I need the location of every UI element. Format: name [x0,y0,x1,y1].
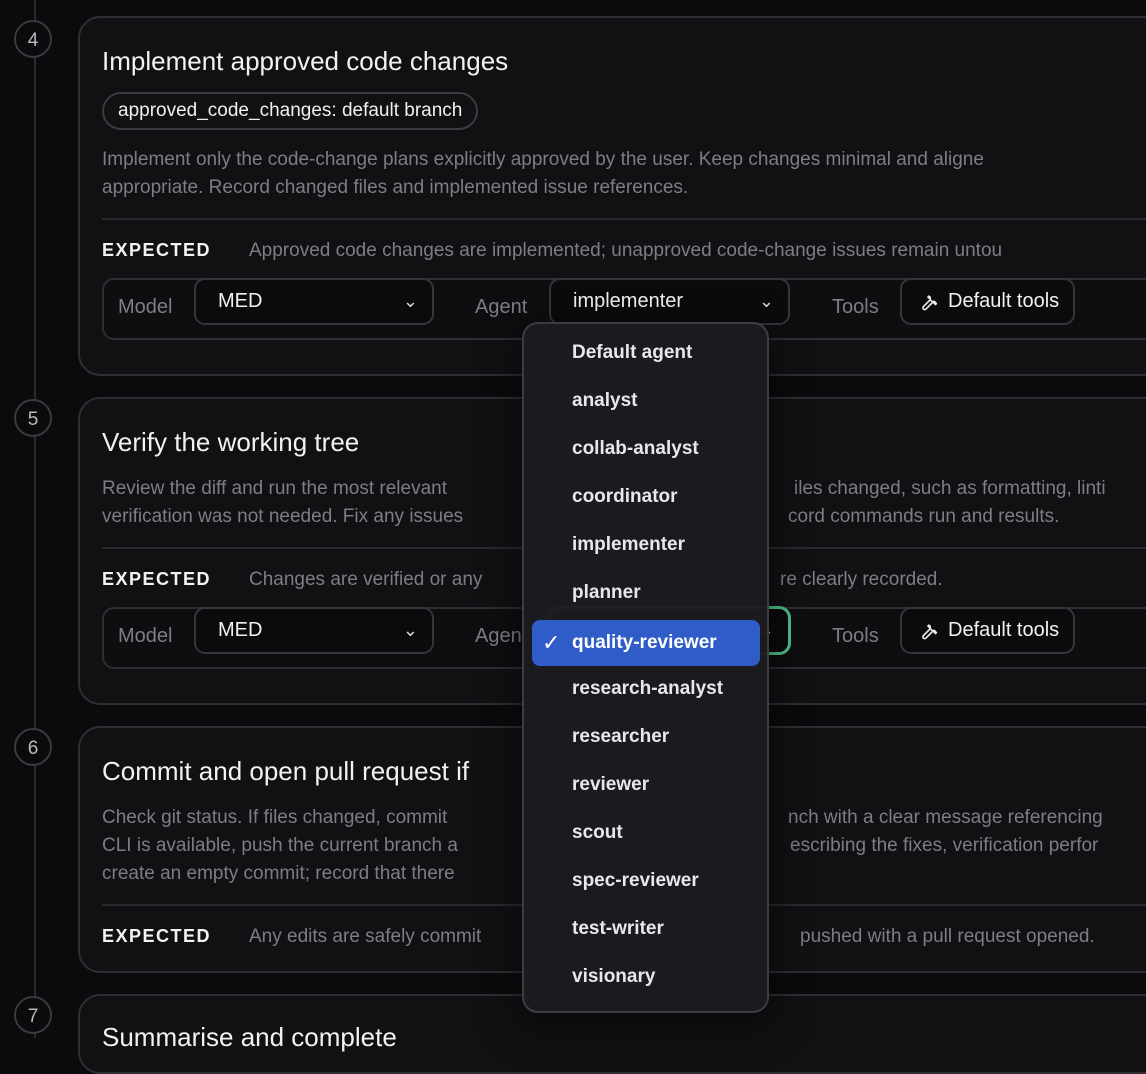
expected-label: EXPECTED [102,240,212,260]
agent-option-selected[interactable]: ✓ quality-reviewer [532,620,760,666]
expected-label: EXPECTED [102,569,212,589]
agent-option[interactable]: Default agent [532,330,760,376]
tools-value: Default tools [948,619,1060,641]
model-label: Model [118,296,173,318]
agent-label: Agent [475,296,528,318]
step-number-6: 6 [14,728,52,766]
step-description-line: escribing the fixes, verification perfor [790,835,1099,856]
model-select[interactable]: MED ⌄ [194,278,434,325]
chevron-down-icon: ⌄ [402,291,418,311]
step-description-line: create an empty commit; record that ther… [102,863,455,884]
model-label: Model [118,625,173,647]
expected-text: re clearly recorded. [780,569,943,590]
step-number-7: 7 [14,996,52,1034]
model-select[interactable]: MED ⌄ [194,607,434,654]
agent-value: implementer [573,290,684,312]
expected-text: Changes are verified or any [249,569,483,590]
agent-option[interactable]: reviewer [532,762,760,808]
step-number-5: 5 [14,399,52,437]
expected-text: Any edits are safely commit [249,926,482,947]
agent-option[interactable]: collab-analyst [532,426,760,472]
expected-text: Approved code changes are implemented; u… [249,240,1003,261]
step-title: Implement approved code changes [102,46,509,76]
step-title: Verify the working tree [102,427,360,457]
step-description-line: nch with a clear message referencing [788,807,1103,828]
agent-option[interactable]: scout [532,810,760,856]
branch-pill[interactable]: approved_code_changes: default branch [102,92,479,130]
agent-option[interactable]: implementer [532,522,760,568]
tools-value: Default tools [948,290,1060,312]
model-value: MED [218,619,263,641]
agent-option-label: quality-reviewer [572,632,717,653]
tools-label: Tools [832,625,879,647]
step-title: Commit and open pull request if [102,756,470,786]
agent-option[interactable]: test-writer [532,906,760,952]
wrench-icon [922,295,938,311]
agent-dropdown-menu: Default agent analyst collab-analyst coo… [522,322,769,1013]
divider [102,218,1146,220]
expected-text: pushed with a pull request opened. [800,926,1095,947]
model-value: MED [218,290,263,312]
step-description-line: verification was not needed. Fix any iss… [102,506,464,527]
step-description-line: CLI is available, push the current branc… [102,835,458,856]
wrench-icon [922,624,938,640]
step-description-line: cord commands run and results. [788,506,1060,527]
default-tools-button[interactable]: Default tools [900,278,1076,325]
agent-select[interactable]: implementer ⌄ [549,278,790,325]
timeline-line [34,0,36,1038]
agent-option[interactable]: planner [532,570,760,616]
agent-label: Agen [475,625,522,647]
expected-label: EXPECTED [102,926,212,946]
agent-option[interactable]: research-analyst [532,666,760,712]
tools-label: Tools [832,296,879,318]
step-description-line: Implement only the code-change plans exp… [102,149,984,170]
chevron-down-icon: ⌄ [402,620,418,640]
step-description-line: Check git status. If files changed, comm… [102,807,448,828]
chevron-down-icon: ⌄ [758,291,774,311]
step-description-line: appropriate. Record changed files and im… [102,177,689,198]
checkmark-icon: ✓ [542,630,561,655]
default-tools-button[interactable]: Default tools [900,607,1076,654]
step-description-line: Review the diff and run the most relevan… [102,478,448,499]
agent-option[interactable]: researcher [532,714,760,760]
agent-option[interactable]: coordinator [532,474,760,520]
step-number-4: 4 [14,20,52,58]
agent-option[interactable]: spec-reviewer [532,858,760,904]
step-description-line: iles changed, such as formatting, linti [794,478,1106,499]
agent-option[interactable]: analyst [532,378,760,424]
agent-option[interactable]: visionary [532,954,760,1000]
